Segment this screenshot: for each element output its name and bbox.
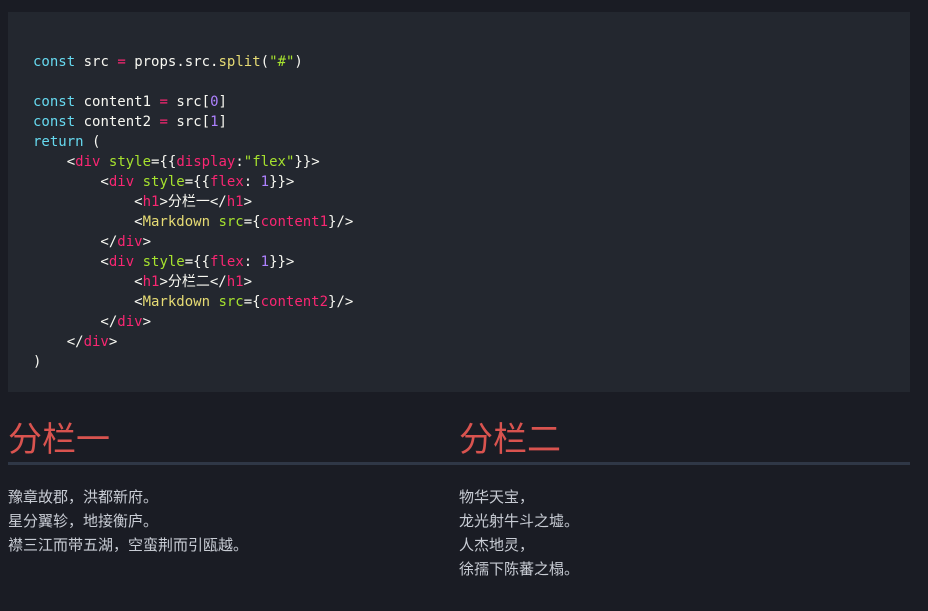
text-line: 物华天宝， bbox=[459, 488, 535, 506]
markdown-content: 豫章故郡，洪都新府。 星分翼轸，地接衡庐。 襟三江而带五湖，空蛮荆而引瓯越。 bbox=[8, 485, 459, 557]
code-line: return ( bbox=[33, 134, 101, 150]
code-line: </div> bbox=[33, 314, 152, 330]
column-right: 分栏二 物华天宝， 龙光射牛斗之墟。 人杰地灵， 徐孺下陈蕃之榻。 bbox=[459, 418, 910, 581]
column-left: 分栏一 豫章故郡，洪都新府。 星分翼轸，地接衡庐。 襟三江而带五湖，空蛮荆而引瓯… bbox=[8, 418, 459, 581]
text-line: 豫章故郡，洪都新府。 bbox=[8, 488, 159, 506]
code-line: <h1>分栏二</h1> bbox=[33, 274, 253, 290]
code-line: <Markdown src={content2}/> bbox=[33, 294, 354, 310]
code-line: ) bbox=[33, 354, 42, 370]
code-line: <Markdown src={content1}/> bbox=[33, 214, 354, 230]
column-title: 分栏一 bbox=[8, 418, 459, 465]
code-line: <div style={{flex: 1}}> bbox=[33, 254, 295, 270]
code-line: const content2 = src[1] bbox=[33, 114, 227, 130]
code-line: </div> bbox=[33, 334, 118, 350]
text-line: 龙光射牛斗之墟。 bbox=[459, 512, 580, 530]
text-line: 人杰地灵， bbox=[459, 536, 535, 554]
text-line: 徐孺下陈蕃之榻。 bbox=[459, 560, 580, 578]
code-line: <div style={{display:"flex"}}> bbox=[33, 154, 320, 170]
text-line: 襟三江而带五湖，空蛮荆而引瓯越。 bbox=[8, 536, 249, 554]
code-block: const src = props.src.split("#") const c… bbox=[8, 12, 910, 392]
column-title: 分栏二 bbox=[459, 418, 910, 465]
code-line: <div style={{flex: 1}}> bbox=[33, 174, 295, 190]
columns-container: 分栏一 豫章故郡，洪都新府。 星分翼轸，地接衡庐。 襟三江而带五湖，空蛮荆而引瓯… bbox=[8, 418, 910, 581]
text-line: 星分翼轸，地接衡庐。 bbox=[8, 512, 159, 530]
code-line: </div> bbox=[33, 234, 152, 250]
markdown-content: 物华天宝， 龙光射牛斗之墟。 人杰地灵， 徐孺下陈蕃之榻。 bbox=[459, 485, 910, 581]
page: const src = props.src.split("#") const c… bbox=[0, 0, 928, 611]
code-line: const src = props.src.split("#") bbox=[33, 54, 303, 70]
code-line: <h1>分栏一</h1> bbox=[33, 194, 253, 210]
code-line: const content1 = src[0] bbox=[33, 94, 227, 110]
